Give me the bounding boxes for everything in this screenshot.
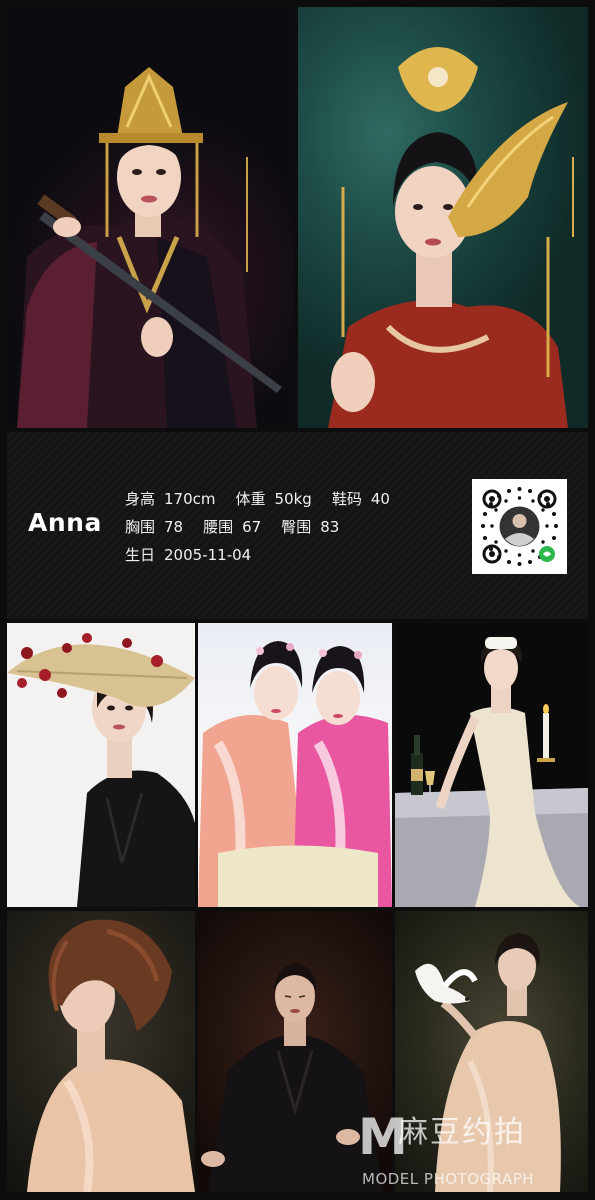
stats-row-1: 身高 170cm 体重 50kg 鞋码 40 bbox=[125, 488, 410, 509]
shoe-size-value: 40 bbox=[370, 490, 390, 508]
stats-row-3: 生日 2005-11-04 bbox=[125, 544, 271, 565]
bust-value: 78 bbox=[164, 518, 184, 536]
birthday-value: 2005-11-04 bbox=[164, 546, 252, 564]
photo-two-women-pink-hanfu[interactable] bbox=[198, 623, 392, 907]
model-name: Anna bbox=[28, 508, 102, 537]
photo-straw-hat-black-velvet[interactable] bbox=[7, 623, 195, 907]
weight-label: 体重 bbox=[235, 490, 266, 508]
height-label: 身高 bbox=[125, 490, 156, 508]
shoe-size-label: 鞋码 bbox=[331, 490, 362, 508]
model-info-panel: Anna 身高 170cm 体重 50kg 鞋码 40 胸围 78 腰围 67 臀围 83 生日 20… bbox=[7, 432, 588, 619]
height-value: 170cm bbox=[164, 490, 216, 508]
photo-phoenix-headdress-art bbox=[328, 47, 574, 428]
photo-golden-crown-sword[interactable] bbox=[7, 7, 294, 428]
brand-watermark: M 麻豆约拍 MODEL PHOTOGRAPH bbox=[358, 1112, 590, 1194]
photo-phoenix-headdress-red-robe[interactable] bbox=[298, 7, 588, 428]
photo-peach-blouse-art bbox=[27, 919, 195, 1192]
hip-value: 83 bbox=[320, 518, 340, 536]
photo-golden-crown-sword-art bbox=[17, 67, 282, 428]
photo-pink-hanfu-art bbox=[198, 641, 392, 907]
hip-label: 臀围 bbox=[281, 518, 312, 536]
photo-white-dress-art bbox=[395, 636, 588, 907]
birthday-label: 生日 bbox=[125, 546, 156, 564]
bust-label: 胸围 bbox=[125, 518, 156, 536]
waist-value: 67 bbox=[242, 518, 262, 536]
photo-straw-hat-art bbox=[7, 633, 195, 907]
stats-row-2: 胸围 78 腰围 67 臀围 83 bbox=[125, 516, 359, 537]
mini-program-qr-code[interactable] bbox=[472, 479, 567, 574]
photo-back-view-peach-blouse[interactable] bbox=[7, 911, 195, 1192]
qr-code-icon bbox=[472, 479, 567, 574]
waist-label: 腰围 bbox=[203, 518, 234, 536]
weight-value: 50kg bbox=[274, 490, 312, 508]
photo-white-dress-champagne-table[interactable] bbox=[395, 623, 588, 907]
brand-name-cn: 麻豆约拍 bbox=[398, 1115, 526, 1150]
brand-name-en: MODEL PHOTOGRAPH bbox=[362, 1170, 535, 1188]
